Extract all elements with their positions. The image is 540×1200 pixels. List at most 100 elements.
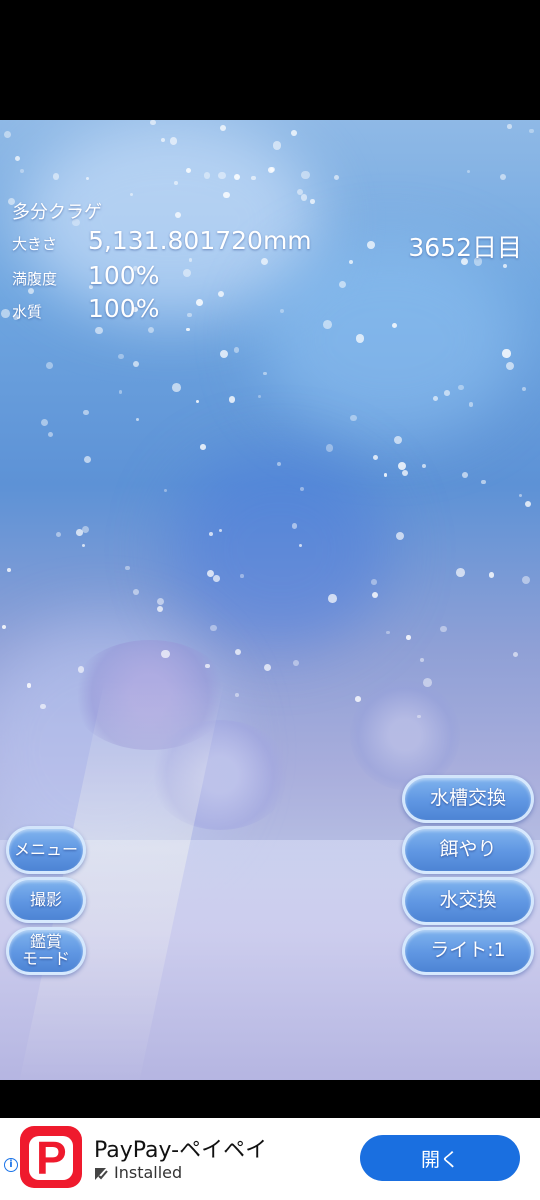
snow-particle [264,663,272,671]
snow-particle [208,531,213,536]
snow-particle [125,565,131,571]
appreciation-mode-button[interactable]: 鑑賞 モード [6,927,86,975]
snow-particle [185,167,191,173]
snow-particle [235,649,242,656]
water-quality-value: 100% [88,294,160,323]
snow-particle [14,156,20,162]
snow-particle [219,125,226,131]
ad-status: Installed [94,1163,182,1182]
snow-particle [396,531,404,540]
snow-particle [505,362,514,371]
snow-particle [310,199,315,204]
snow-particle [291,523,298,529]
snow-particle [334,174,340,180]
light-button[interactable]: ライト:1 [402,927,534,975]
snow-particle [512,651,519,658]
photo-button[interactable]: 撮影 [6,877,86,923]
snow-particle [367,240,375,249]
snow-particle [55,532,61,538]
snow-particle [440,625,447,633]
snow-particle [210,624,217,632]
snow-particle [522,387,527,392]
snow-particle [173,181,178,185]
snow-particle [150,120,156,126]
snow-particle [118,390,123,395]
snow-particle [355,696,361,703]
snow-particle [133,588,139,595]
snow-particle [196,299,204,307]
snow-particle [300,194,307,201]
snow-particle [188,258,192,262]
snow-particle [186,328,190,332]
bottom-band [0,1080,540,1118]
snow-particle [85,176,89,181]
snow-particle [147,327,155,334]
snow-particle [456,568,465,577]
snow-particle [348,259,353,264]
snow-particle [406,635,411,640]
snow-particle [45,362,53,369]
snow-particle [77,665,85,673]
snow-particle [156,605,163,613]
snow-particle [195,400,199,404]
snow-particle [186,312,192,318]
snow-particle [524,501,531,508]
jellyfish-name: 多分クラゲ [12,202,102,223]
menu-button[interactable]: メニュー [6,826,86,874]
snow-particle [276,461,282,467]
snow-particle [499,173,506,180]
ad-banner[interactable]: i P PayPay-ペイペイ Installed 開く [0,1118,540,1200]
snow-particle [19,169,24,174]
snow-particle [338,280,347,289]
snow-particle [291,130,297,136]
snow-particle [402,469,409,476]
ad-open-button[interactable]: 開く [360,1135,520,1181]
snow-particle [81,526,89,534]
fullness-value: 100% [88,261,160,290]
snow-particle [4,130,11,138]
snow-particle [325,444,334,453]
snow-particle [172,382,181,392]
size-value: 5,131.801720mm [88,226,312,255]
paypay-logo[interactable]: P [20,1126,82,1188]
snow-particle [169,137,177,145]
snow-particle [518,493,522,497]
snow-particle [83,456,91,464]
snow-particle [258,395,262,399]
snow-particle [218,171,227,180]
snow-particle [164,489,168,493]
snow-particle [40,419,48,427]
snow-particle [47,431,54,438]
snow-particle [457,384,464,391]
snow-particle [235,693,240,698]
snow-particle [372,455,379,461]
day-counter: 3652日目 [408,233,522,262]
snow-particle [272,141,282,150]
snow-particle [251,175,256,181]
snow-particle [466,169,471,174]
snow-particle [94,326,103,335]
snow-particle [279,308,284,314]
snow-particle [219,350,228,359]
snow-particle [383,472,388,477]
ad-app-name[interactable]: PayPay-ペイペイ [94,1132,267,1164]
tank-change-button[interactable]: 水槽交換 [402,775,534,823]
snow-particle [301,171,310,180]
snow-particle [161,137,166,142]
snow-particle [204,663,210,669]
snow-particle [81,544,85,548]
snow-particle [298,543,302,547]
water-change-button[interactable]: 水交換 [402,877,534,925]
ad-info-icon[interactable]: i [4,1158,18,1172]
snow-particle [52,172,60,180]
water-quality-label: 水質 [12,303,43,321]
snow-particle [270,167,276,172]
installed-icon [94,1166,108,1180]
snow-particle [228,396,236,403]
feed-button[interactable]: 餌やり [402,826,534,874]
snow-particle [529,128,534,134]
snow-particle [203,172,211,179]
size-label: 大きさ [12,235,58,253]
snow-particle [299,486,305,491]
snow-particle [391,322,398,329]
